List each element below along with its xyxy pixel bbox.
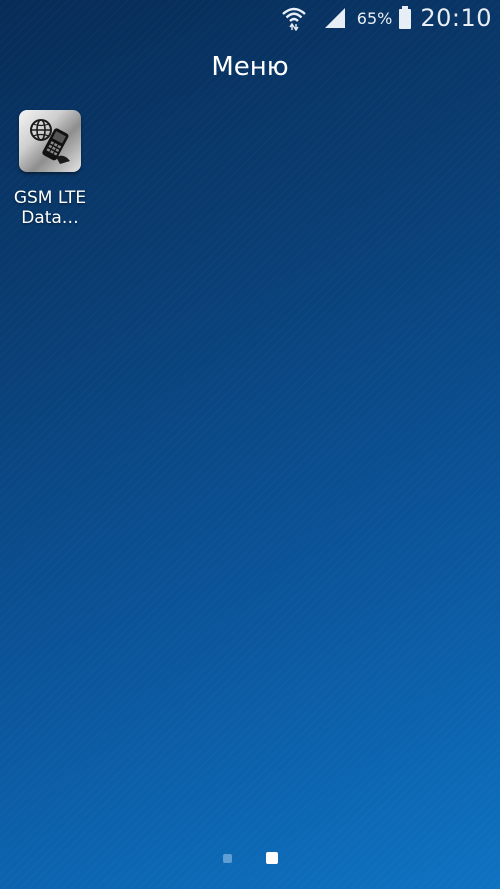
app-label: GSM LTE Data… [13, 188, 87, 228]
page-dot-2-active[interactable] [265, 852, 278, 864]
clock: 20:10 [420, 4, 492, 32]
page-indicator [0, 852, 500, 864]
gsm-lte-app-icon[interactable] [19, 110, 81, 172]
menu-title: Меню [211, 52, 289, 82]
wifi-icon [281, 5, 307, 31]
app-drawer-screen: 65% 20:10 Меню GSM LTE Data… [0, 0, 500, 889]
signal-icon [313, 6, 347, 30]
status-bar: 65% 20:10 [0, 0, 500, 36]
app-shortcut-gsm-lte[interactable]: GSM LTE Data… [0, 110, 100, 228]
battery-icon [398, 6, 412, 30]
battery-percent: 65% [356, 8, 393, 28]
page-dot-1[interactable] [222, 854, 232, 863]
